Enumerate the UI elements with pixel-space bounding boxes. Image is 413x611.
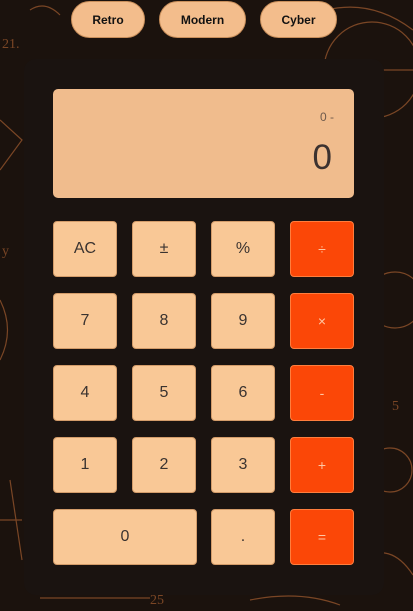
- digit-7-button[interactable]: 7: [53, 293, 117, 349]
- svg-text:y: y: [2, 244, 9, 259]
- digit-5-button[interactable]: 5: [132, 365, 196, 421]
- digit-9-button[interactable]: 9: [211, 293, 275, 349]
- percent-button[interactable]: %: [211, 221, 275, 277]
- svg-text:25: 25: [150, 593, 164, 608]
- calculator: 0 - 0 AC ± % ÷ 7 8 9 × 4 5 6 - 1 2 3 + 0…: [24, 59, 384, 595]
- equals-button[interactable]: =: [290, 509, 354, 565]
- digit-8-button[interactable]: 8: [132, 293, 196, 349]
- svg-text:21.: 21.: [2, 37, 20, 52]
- svg-text:5: 5: [392, 399, 399, 414]
- theme-retro-button[interactable]: Retro: [71, 1, 145, 38]
- divide-button[interactable]: ÷: [290, 221, 354, 277]
- previous-operand: 0 -: [319, 110, 334, 124]
- digit-0-button[interactable]: 0: [53, 509, 197, 565]
- theme-modern-button[interactable]: Modern: [159, 1, 246, 38]
- digit-4-button[interactable]: 4: [53, 365, 117, 421]
- digit-3-button[interactable]: 3: [211, 437, 275, 493]
- subtract-button[interactable]: -: [290, 365, 354, 421]
- digit-6-button[interactable]: 6: [211, 365, 275, 421]
- negate-button[interactable]: ±: [132, 221, 196, 277]
- theme-cyber-button[interactable]: Cyber: [260, 1, 337, 38]
- current-operand: 0: [312, 138, 332, 177]
- theme-switcher: Retro Modern Cyber: [0, 1, 413, 38]
- clear-button[interactable]: AC: [53, 221, 117, 277]
- multiply-button[interactable]: ×: [290, 293, 354, 349]
- digit-1-button[interactable]: 1: [53, 437, 117, 493]
- display-panel: 0 - 0: [53, 89, 354, 198]
- decimal-button[interactable]: .: [211, 509, 275, 565]
- digit-2-button[interactable]: 2: [132, 437, 196, 493]
- add-button[interactable]: +: [290, 437, 354, 493]
